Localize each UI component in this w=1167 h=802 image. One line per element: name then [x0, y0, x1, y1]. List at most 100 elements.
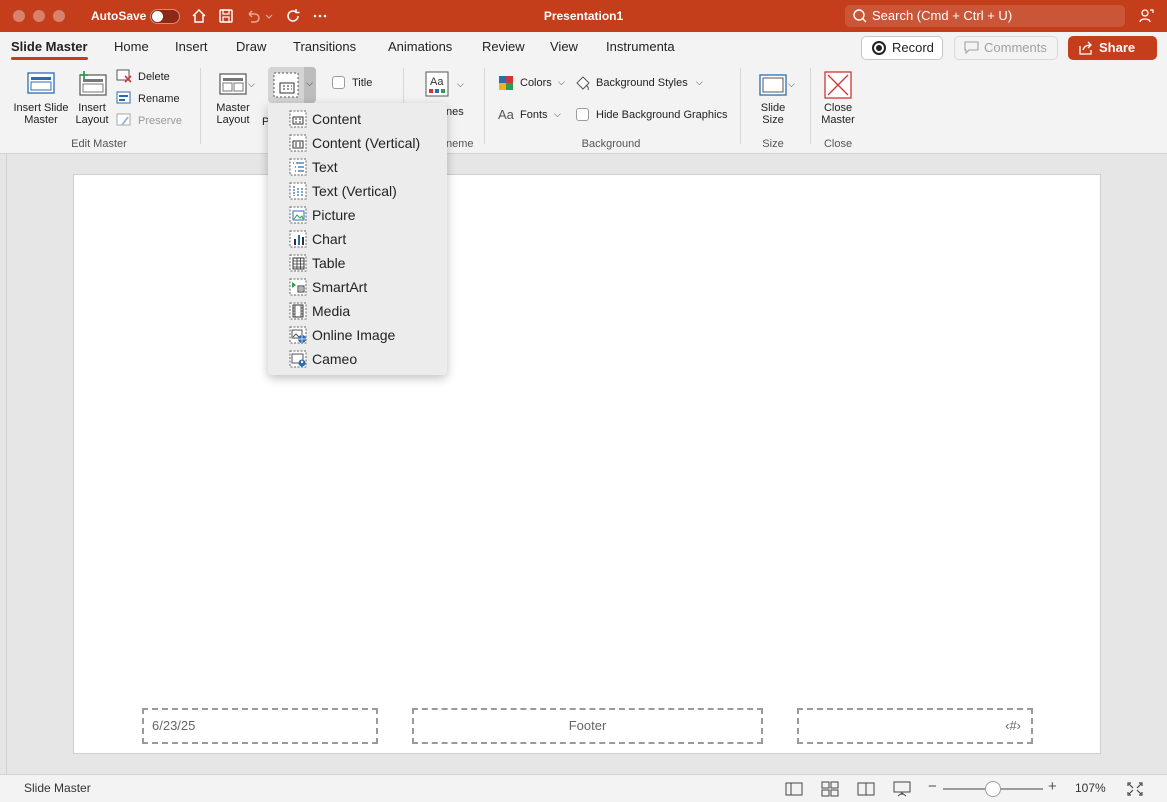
menu-item-label: Picture: [312, 207, 356, 223]
menu-item-cameo[interactable]: Cameo: [268, 347, 447, 371]
save-icon[interactable]: [217, 7, 235, 25]
rename-button[interactable]: Rename: [116, 91, 196, 107]
menu-item-online-image[interactable]: Online Image: [268, 323, 447, 347]
search-input[interactable]: Search (Cmd + Ctrl + U): [845, 5, 1125, 27]
master-layout-chevron-down-icon[interactable]: ⌵: [248, 79, 255, 90]
ribbon-separator: [740, 68, 741, 144]
preserve-button[interactable]: Preserve: [116, 113, 196, 129]
colors-chevron-down-icon[interactable]: ⌵: [558, 77, 565, 88]
ribbon-tab-bar: Slide Master Home Insert Draw Transition…: [0, 32, 1167, 62]
master-layout-label-line2: Layout: [216, 114, 250, 126]
size-group-label: Size: [762, 138, 784, 150]
zoom-level[interactable]: 107%: [1075, 781, 1106, 795]
background-styles-button[interactable]: Background Styles: [574, 75, 704, 91]
menu-item-content-vertical[interactable]: Content (Vertical): [268, 131, 447, 155]
comments-button[interactable]: Comments: [954, 36, 1058, 60]
colors-label: Colors: [520, 77, 552, 89]
background-group-label: Background: [581, 138, 641, 150]
insert-layout-label-line1: Insert: [78, 102, 106, 114]
tab-draw[interactable]: Draw: [236, 39, 266, 54]
redo-icon[interactable]: [284, 7, 302, 25]
zoom-window-button[interactable]: [53, 10, 65, 22]
insert-slide-master-label-line2: Master: [24, 114, 58, 126]
undo-dropdown-chevron-icon[interactable]: [264, 7, 274, 25]
tab-insert[interactable]: Insert: [175, 39, 208, 54]
menu-item-chart[interactable]: Chart: [268, 227, 447, 251]
insert-slide-master-label-line1: Insert Slide: [13, 102, 69, 114]
menu-item-smartart[interactable]: SmartArt: [268, 275, 447, 299]
title-bar: AutoSave Presentation1 Search (Cmd + Ctr…: [0, 0, 1167, 32]
share-button[interactable]: Share: [1068, 36, 1157, 60]
account-share-icon[interactable]: [1137, 7, 1155, 25]
slide-size-label-line1: Slide: [760, 102, 786, 114]
menu-item-content[interactable]: Content: [268, 107, 447, 131]
insert-placeholder-menu: Content Content (Vertical) Text Text (Ve…: [268, 103, 447, 375]
delete-button[interactable]: Delete: [116, 69, 196, 85]
insert-layout-label-line2: Layout: [75, 114, 109, 126]
search-placeholder: Search (Cmd + Ctrl + U): [872, 8, 1013, 23]
footer-text: Footer: [568, 718, 607, 733]
undo-icon[interactable]: [244, 7, 262, 25]
cameo-placeholder-icon: [289, 350, 307, 368]
normal-view-icon[interactable]: [785, 781, 803, 797]
close-window-button[interactable]: [13, 10, 25, 22]
home-icon[interactable]: [190, 7, 208, 25]
rename-label: Rename: [138, 93, 180, 105]
zoom-slider-handle[interactable]: [985, 781, 1001, 797]
close-master-button[interactable]: Close Master: [816, 70, 860, 126]
slide-show-icon[interactable]: [893, 781, 911, 797]
zoom-in-button[interactable]: +: [1048, 778, 1057, 795]
share-icon: [1079, 41, 1092, 55]
fit-to-window-icon[interactable]: [1126, 781, 1144, 797]
tab-animations[interactable]: Animations: [388, 39, 452, 54]
insert-slide-master-icon: [27, 72, 55, 94]
record-button[interactable]: Record: [861, 36, 943, 60]
tab-slide-master[interactable]: Slide Master: [11, 39, 88, 60]
tab-transitions[interactable]: Transitions: [293, 39, 356, 54]
more-icon[interactable]: [311, 7, 329, 25]
insert-slide-master-button[interactable]: Insert Slide Master: [10, 70, 72, 126]
insert-placeholder-button[interactable]: ⌵: [268, 67, 316, 103]
title-checkbox[interactable]: [332, 76, 345, 89]
ribbon: Insert Slide Master Insert Layout Delete…: [0, 62, 1167, 154]
svg-text:Aa: Aa: [430, 76, 444, 88]
tab-review[interactable]: Review: [482, 39, 525, 54]
menu-item-text-vertical[interactable]: Text (Vertical): [268, 179, 447, 203]
toggle-knob: [152, 11, 163, 22]
menu-item-media[interactable]: Media: [268, 299, 447, 323]
menu-item-label: Online Image: [312, 327, 396, 343]
menu-item-picture[interactable]: Picture: [268, 203, 447, 227]
date-placeholder[interactable]: 6/23/25: [142, 708, 378, 744]
tab-instrumenta[interactable]: Instrumenta: [606, 39, 675, 54]
hide-background-graphics-checkbox[interactable]: [576, 108, 589, 121]
insert-layout-button[interactable]: Insert Layout: [72, 70, 112, 126]
footer-placeholder[interactable]: Footer: [412, 708, 763, 744]
ribbon-separator: [810, 68, 811, 144]
tab-home[interactable]: Home: [114, 39, 149, 54]
search-icon: [853, 9, 867, 23]
master-layout-icon: [219, 73, 247, 95]
minimize-window-button[interactable]: [33, 10, 45, 22]
insert-placeholder-icon: [273, 72, 299, 98]
background-styles-chevron-down-icon[interactable]: ⌵: [696, 77, 703, 88]
slide-size-chevron-down-icon[interactable]: ⌵: [788, 79, 795, 90]
themes-chevron-down-icon[interactable]: ⌵: [457, 79, 464, 90]
delete-label: Delete: [138, 71, 170, 83]
slide-sorter-view-icon[interactable]: [821, 781, 839, 797]
fonts-chevron-down-icon[interactable]: ⌵: [554, 109, 561, 120]
reading-view-icon[interactable]: [857, 781, 875, 797]
menu-item-label: Cameo: [312, 351, 358, 367]
slide-number-text: ‹#›: [1005, 718, 1021, 733]
slide-canvas[interactable]: 6/23/25 Footer ‹#›: [73, 174, 1101, 754]
tab-view[interactable]: View: [550, 39, 578, 54]
insert-placeholder-dropdown[interactable]: ⌵: [304, 67, 316, 103]
slide-number-placeholder[interactable]: ‹#›: [797, 708, 1033, 744]
master-layout-label-line1: Master: [216, 102, 250, 114]
comments-label: Comments: [984, 40, 1047, 55]
autosave-toggle[interactable]: [150, 9, 180, 24]
menu-item-table[interactable]: Table: [268, 251, 447, 275]
svg-text:Aa: Aa: [498, 107, 515, 122]
zoom-out-button[interactable]: −: [928, 778, 937, 795]
menu-item-text[interactable]: Text: [268, 155, 447, 179]
menu-item-label: Content (Vertical): [312, 135, 421, 151]
